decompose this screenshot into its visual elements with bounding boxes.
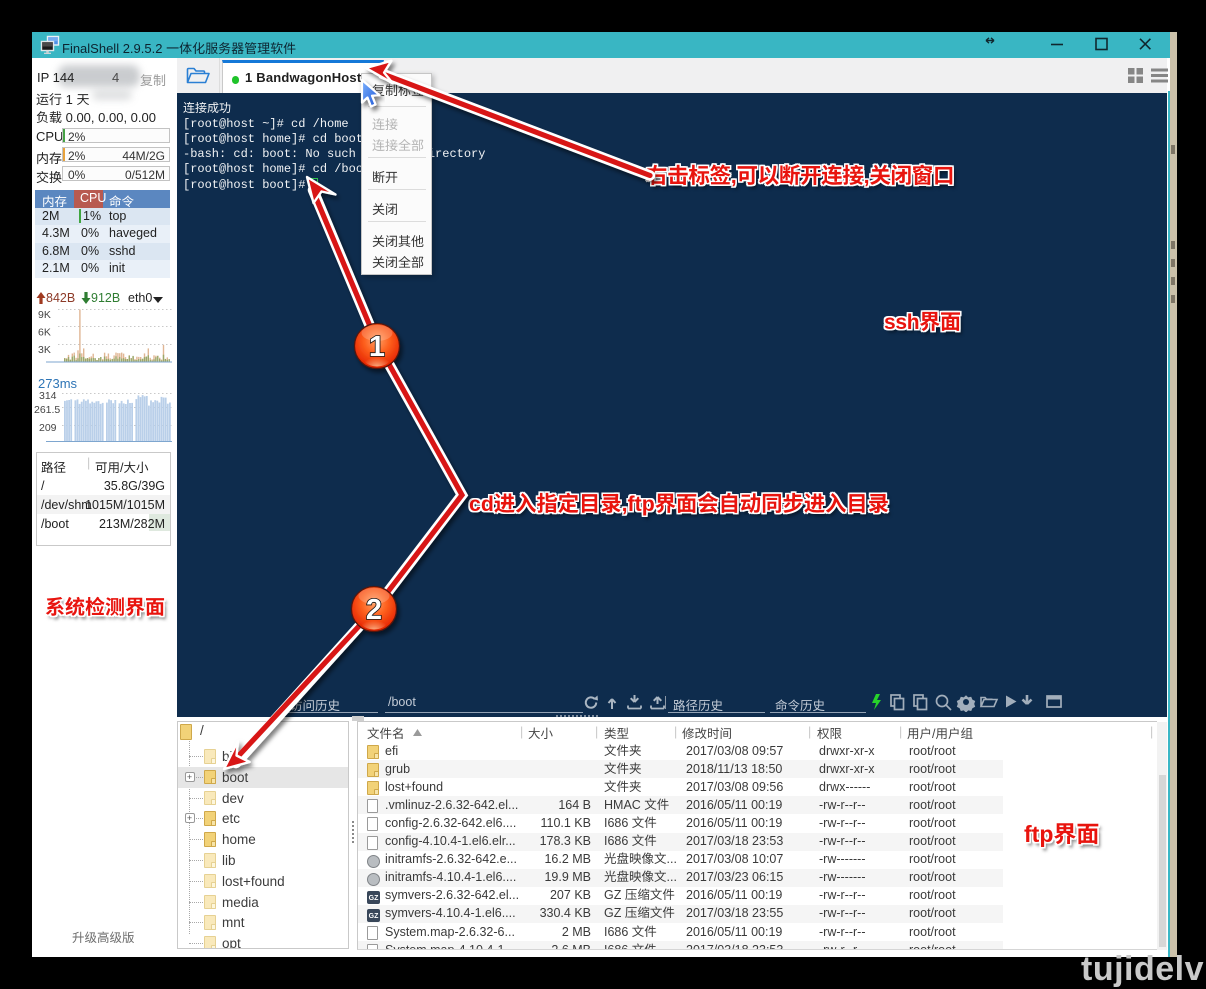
svg-text:261.5: 261.5 xyxy=(34,404,60,416)
svg-text:314: 314 xyxy=(39,390,57,402)
svg-text:9K: 9K xyxy=(38,309,51,321)
svg-text:3K: 3K xyxy=(38,344,51,356)
svg-text:209: 209 xyxy=(39,422,57,434)
svg-text:6K: 6K xyxy=(38,327,51,339)
svg-text:273ms: 273ms xyxy=(38,376,78,391)
